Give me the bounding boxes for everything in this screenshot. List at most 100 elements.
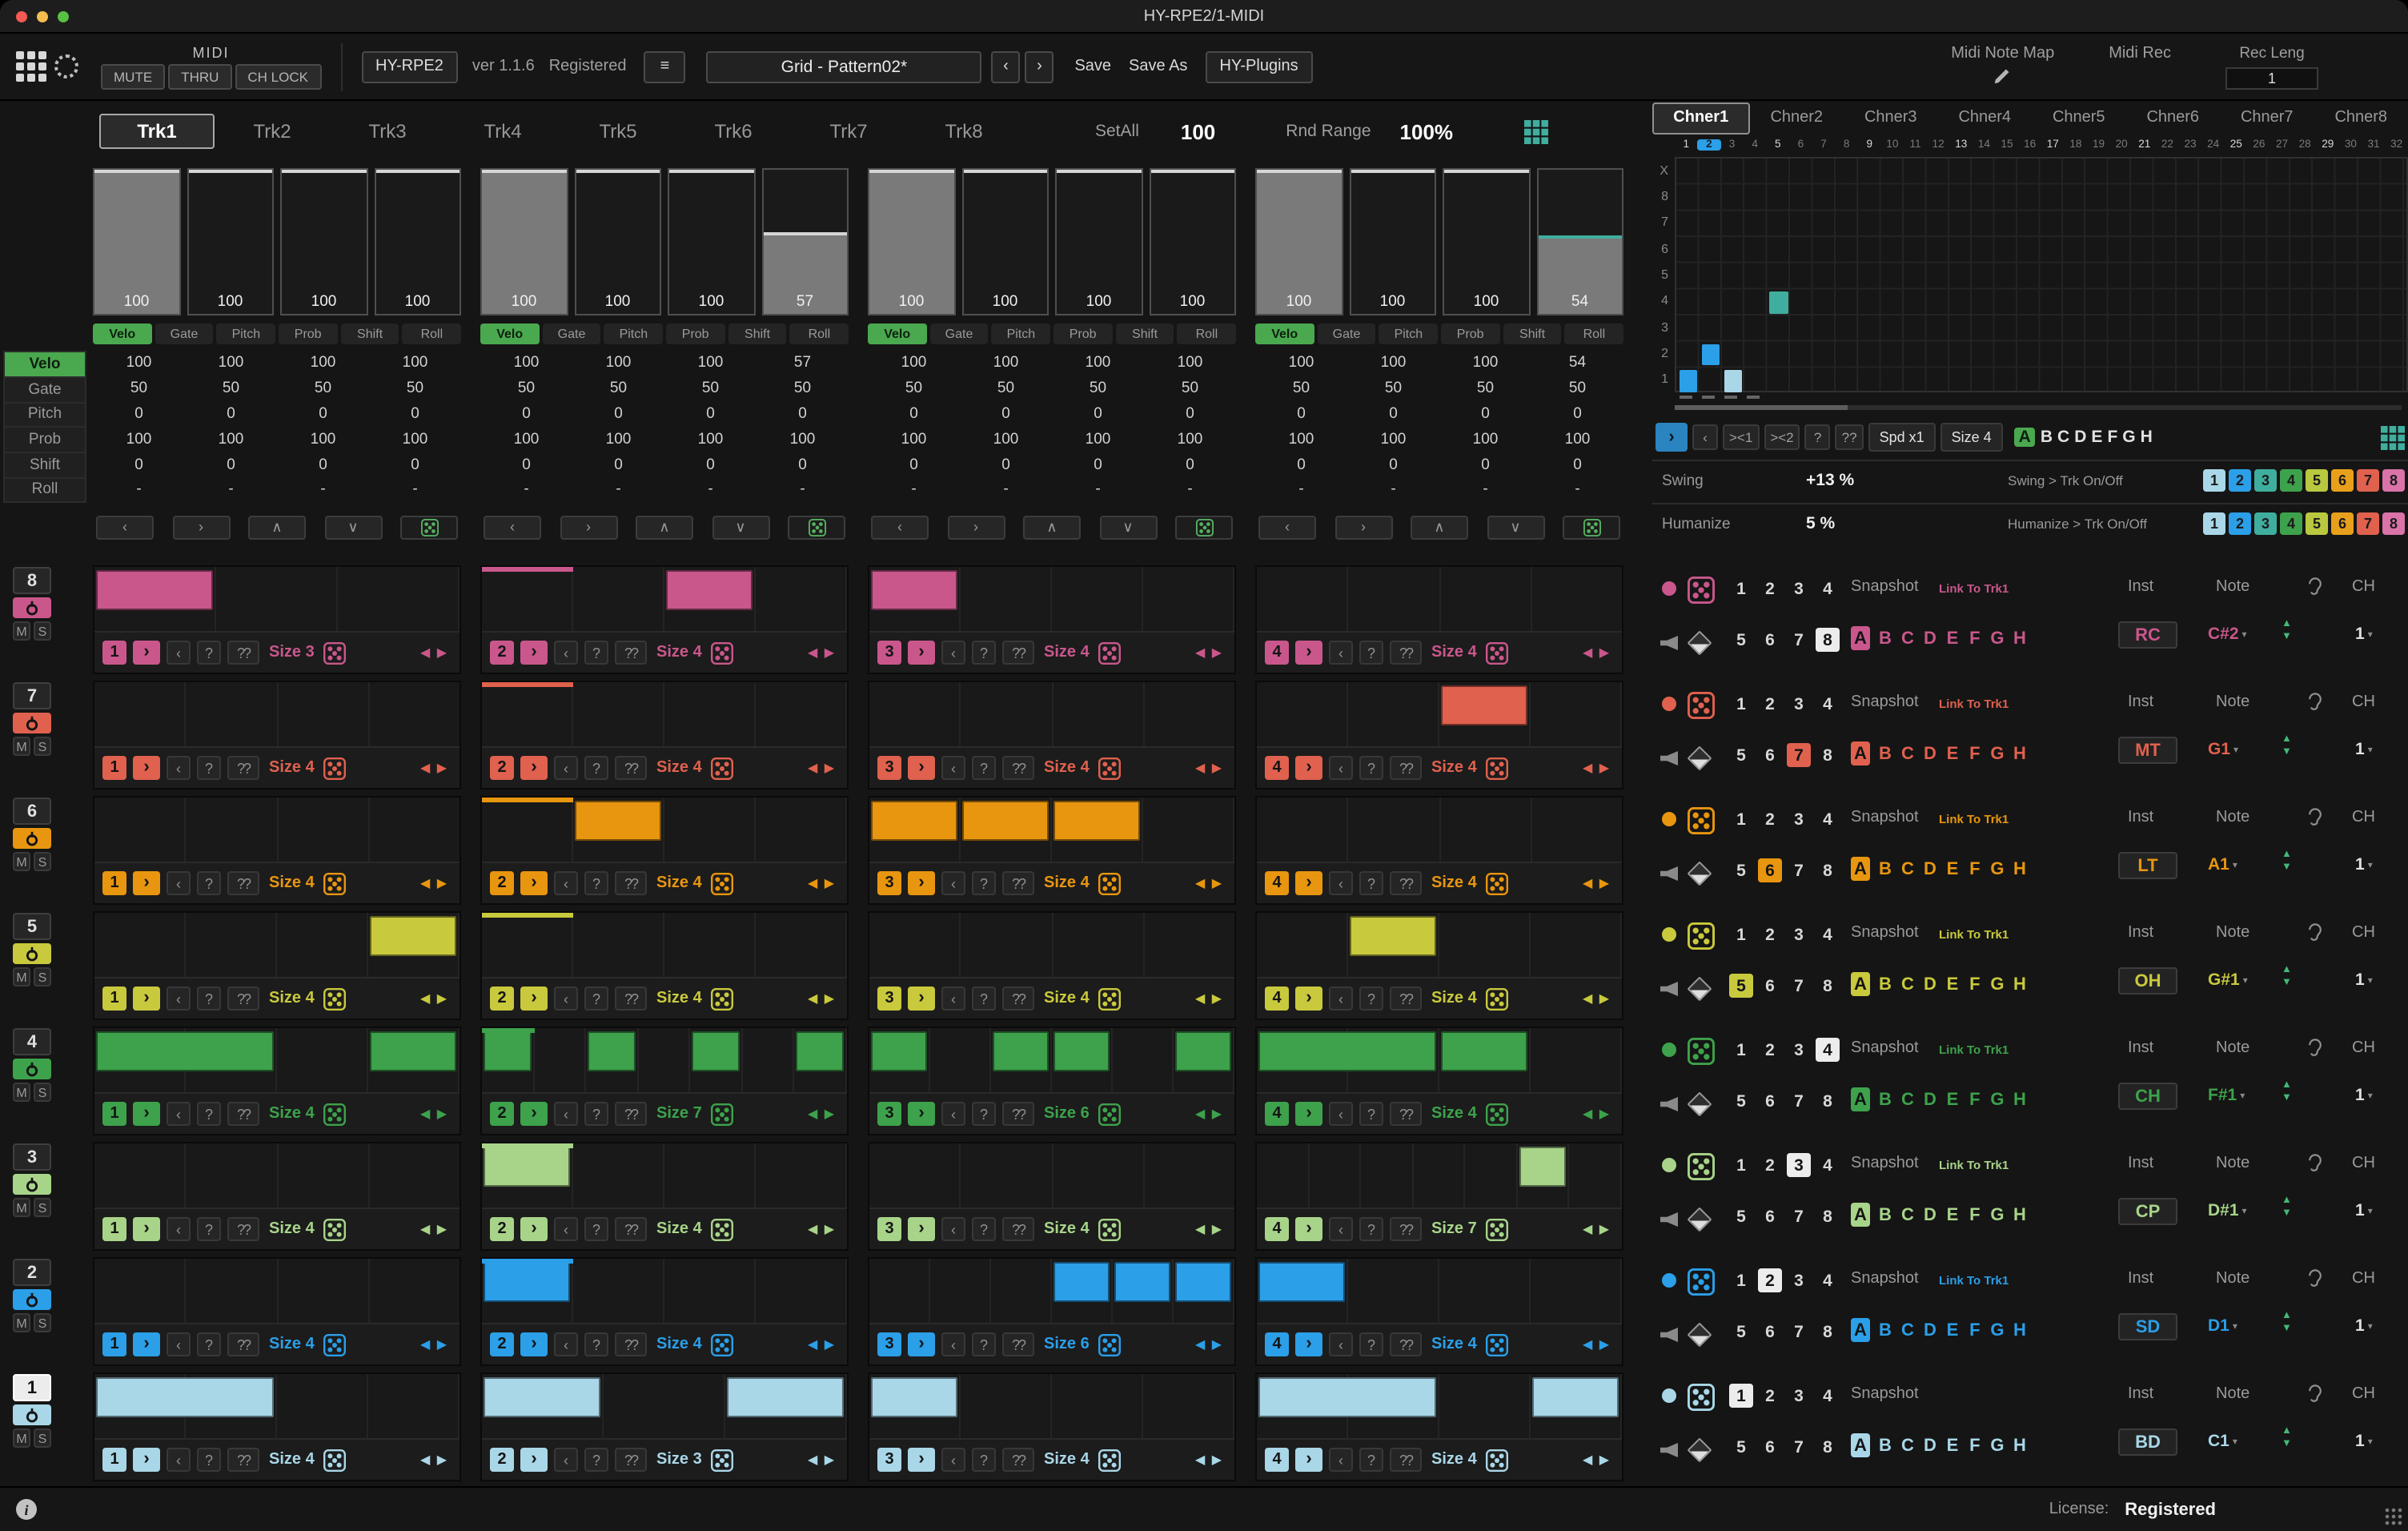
group-play-button[interactable]: › (133, 987, 160, 1011)
group-size-label[interactable]: Size 4 (656, 759, 702, 777)
step-cell[interactable] (1258, 1377, 1436, 1417)
pattern-slot-8[interactable]: 8 (1816, 743, 1840, 767)
ch-dropdown-arrow[interactable]: ▾ (2368, 974, 2373, 986)
group-random-once-button[interactable]: ? (197, 641, 221, 665)
step-grid[interactable] (1257, 682, 1622, 748)
group-random-dice[interactable] (324, 641, 347, 664)
param-value-shift[interactable]: 0 (1531, 452, 1623, 477)
link-to-trk-button[interactable]: Link To Trk1 (1939, 1158, 2009, 1172)
group-play-button[interactable]: › (133, 871, 160, 895)
pattern-selector[interactable]: Grid - Pattern02* (706, 50, 981, 82)
pattern-slot-2[interactable]: 2 (1758, 1268, 1782, 1292)
param-value-gate[interactable]: 50 (757, 376, 849, 402)
group-random-dice[interactable] (1099, 1333, 1122, 1356)
snapshot-slot-H[interactable]: H (2013, 744, 2027, 763)
pattern-slot-7[interactable]: 7 (1787, 1204, 1811, 1228)
pattern-slot-7[interactable]: 7 (1787, 1320, 1811, 1344)
group-play-button[interactable]: › (908, 1332, 935, 1356)
group-random-dice[interactable] (1487, 987, 1509, 1010)
group-random-loop-button[interactable]: ?? (1002, 1217, 1034, 1241)
step-cell[interactable] (575, 801, 661, 841)
track-mute-button[interactable]: M (13, 852, 30, 871)
param-value-roll[interactable]: - (1347, 477, 1439, 503)
group-random-once-button[interactable]: ? (1359, 756, 1383, 780)
step-cell[interactable] (370, 916, 456, 956)
pattern-slot-7[interactable]: 7 (1787, 743, 1811, 767)
group-random-once-button[interactable]: ? (197, 1102, 221, 1126)
step-grid[interactable] (1257, 798, 1622, 863)
pattern-slot-4[interactable]: 4 (1816, 807, 1840, 831)
group-random-dice[interactable] (324, 1333, 347, 1356)
track-solo-button[interactable]: S (34, 1429, 51, 1448)
ch-value[interactable]: 1 (2355, 970, 2365, 990)
param-value-shift[interactable]: 0 (960, 452, 1052, 477)
snapshot-slot-G[interactable]: G (1990, 744, 2005, 763)
param-tab-gate[interactable]: Gate (155, 323, 213, 344)
param-value-gate[interactable]: 50 (1144, 376, 1236, 402)
param-value-velo[interactable]: 100 (1144, 351, 1236, 376)
group-number[interactable]: 3 (877, 641, 901, 665)
param-row-gate[interactable]: Gate (3, 376, 86, 402)
snapshot-slot-C[interactable]: C (1900, 1205, 1915, 1224)
track-number[interactable]: 2 (13, 1259, 51, 1286)
pattern-slot-3[interactable]: 3 (1787, 692, 1811, 716)
snapshot-slot-F[interactable]: F (1968, 744, 1982, 763)
param-value-roll[interactable]: - (93, 477, 185, 503)
step-cell[interactable] (871, 801, 957, 841)
group-prev-button[interactable]: ‹ (554, 871, 578, 895)
velocity-slider[interactable]: 100 (187, 168, 274, 315)
step-grid[interactable] (482, 1028, 847, 1094)
param-value-roll[interactable]: - (664, 477, 757, 503)
track-number[interactable]: 8 (13, 567, 51, 594)
note-down-button[interactable]: ▼ (2282, 977, 2292, 990)
step-cell[interactable] (1441, 685, 1527, 725)
step-cell[interactable] (1054, 801, 1140, 841)
ch-lock-button[interactable]: CH LOCK (235, 63, 321, 89)
group-random-dice[interactable] (324, 1449, 347, 1471)
step-grid[interactable] (869, 1028, 1234, 1094)
param-value-gate[interactable]: 50 (868, 376, 960, 402)
param-value-roll[interactable]: - (480, 477, 572, 503)
speed-button[interactable]: Spd x1 (1868, 423, 1936, 452)
snapshot-slot-A[interactable]: A (1851, 1318, 1870, 1342)
listen-icon[interactable] (2306, 1036, 2325, 1059)
param-lower-button[interactable]: ∨ (1099, 516, 1157, 540)
group-size-label[interactable]: Size 6 (1044, 1105, 1090, 1123)
group-prev-button[interactable]: ‹ (941, 1448, 965, 1472)
track-mute-button[interactable]: M (13, 1429, 30, 1448)
group-random-once-button[interactable]: ? (197, 756, 221, 780)
group-shift-arrows[interactable]: ◀ ▶ (420, 1222, 451, 1236)
param-value-roll[interactable]: - (1144, 477, 1236, 503)
param-value-pitch[interactable]: 0 (277, 401, 369, 427)
step-cell[interactable] (871, 570, 957, 610)
snapshot-slot-D[interactable]: D (1923, 859, 1937, 878)
group-random-dice[interactable] (1487, 641, 1509, 664)
snapshot-slot-G[interactable]: G (1990, 629, 2005, 648)
channel-tab-chner8[interactable]: Chner8 (2314, 102, 2408, 134)
param-tab-velo[interactable]: Velo (93, 323, 151, 344)
grid-random-once-button[interactable]: ? (1805, 424, 1831, 450)
group-size-label[interactable]: Size 4 (1044, 1220, 1090, 1238)
group-number[interactable]: 1 (102, 1102, 126, 1126)
group-play-button[interactable]: › (1295, 1448, 1322, 1472)
snapshot-slot-A[interactable]: A (1851, 972, 1870, 996)
group-random-loop-button[interactable]: ?? (1390, 1332, 1422, 1356)
group-random-once-button[interactable]: ? (972, 871, 996, 895)
loop-mode-2-button[interactable]: ><2 (1764, 424, 1800, 450)
ch-value[interactable]: 1 (2355, 1316, 2365, 1336)
step-cell[interactable] (1054, 1031, 1110, 1071)
grid-slot-D[interactable]: D (2074, 428, 2086, 447)
track-number[interactable]: 4 (13, 1028, 51, 1055)
pattern-slot-8[interactable]: 8 (1816, 1204, 1840, 1228)
step-grid[interactable] (482, 1143, 847, 1209)
snapshot-slot-C[interactable]: C (1900, 1320, 1915, 1340)
group-shift-arrows[interactable]: ◀ ▶ (420, 1453, 451, 1467)
group-shift-arrows[interactable]: ◀ ▶ (1583, 761, 1614, 775)
param-raise-button[interactable]: ∧ (636, 516, 693, 540)
group-random-once-button[interactable]: ? (584, 756, 608, 780)
step-grid[interactable] (482, 1374, 847, 1440)
group-shift-arrows[interactable]: ◀ ▶ (420, 991, 451, 1006)
group-prev-button[interactable]: ‹ (1329, 756, 1353, 780)
group-random-dice[interactable] (1487, 1103, 1509, 1125)
pattern-slot-4[interactable]: 4 (1816, 1384, 1840, 1408)
